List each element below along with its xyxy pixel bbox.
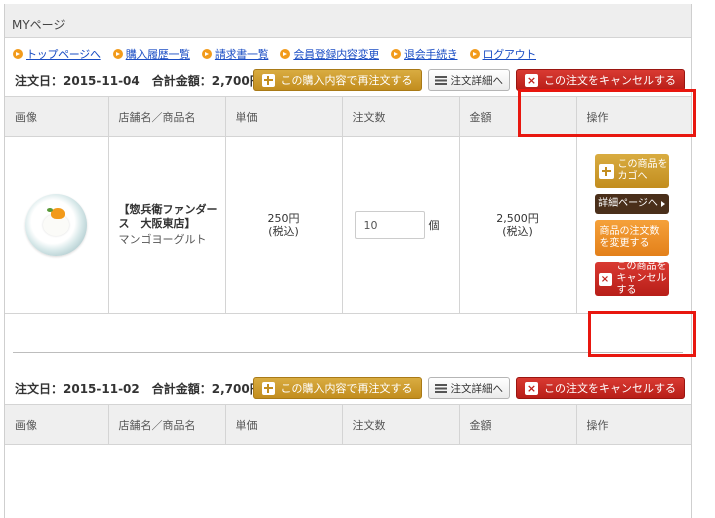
table-header-row: 画像 店舗名／商品名 単価 注文数 金額 操作 [5, 404, 691, 445]
plus-icon [261, 381, 275, 395]
shop-name: 【惣兵衛ファンダース 大阪東店】 [118, 203, 218, 230]
header-quantity: 注文数 [341, 404, 459, 445]
header-image: 画像 [5, 96, 108, 137]
mypage-panel: MYページ トップページへ 購入履歴一覧 請求書一覧 会員登録内容変更 退会手続… [4, 4, 692, 518]
cancel-order-highlight [518, 89, 696, 137]
order-summary: 注文日：2015-11-04 合計金額：2,700円 [15, 73, 262, 88]
close-icon: × [525, 381, 538, 395]
plus-icon [598, 163, 614, 179]
header-unit-price: 単価 [224, 404, 342, 445]
reorder-button[interactable]: この購入内容で再注文する [252, 69, 422, 91]
arrow-bullet-icon [280, 49, 291, 59]
nav-top-page-link[interactable]: トップページへ [13, 44, 101, 64]
header-image: 画像 [5, 404, 108, 445]
arrow-bullet-icon [201, 49, 212, 59]
header-unit-price: 単価 [224, 96, 342, 137]
quantity-input[interactable] [354, 211, 425, 239]
page-title: MYページ [5, 4, 691, 38]
header-shop-product: 店舗名／商品名 [107, 96, 225, 137]
header-amount: 金額 [458, 404, 576, 445]
nav-invoice-list-link[interactable]: 請求書一覧 [201, 44, 269, 64]
product-name: マンゴヨーグルト [118, 233, 207, 246]
order-detail-button[interactable]: 注文詳細へ [427, 377, 510, 399]
change-quantity-button[interactable]: 商品の注文数 を変更する [594, 220, 669, 256]
cancel-item-highlight [588, 311, 696, 357]
nav-withdraw-link[interactable]: 退会手続き [391, 44, 458, 64]
order-items-table: 画像 店舗名／商品名 単価 注文数 金額 操作 [5, 404, 691, 445]
order-detail-button[interactable]: 注文詳細へ [427, 69, 510, 91]
close-icon: × [525, 73, 538, 87]
order-header: 注文日：2015-11-02 合計金額：2,700円 この購入内容で再注文する … [5, 372, 691, 404]
plus-icon [261, 73, 275, 87]
quantity-unit: 個 [428, 219, 440, 232]
table-row: 【惣兵衛ファンダース 大阪東店】 マンゴヨーグルト 250円 (税込) 個 2,… [5, 136, 691, 314]
nav-member-info-link[interactable]: 会員登録内容変更 [280, 44, 379, 64]
list-icon [434, 383, 447, 393]
product-image[interactable] [25, 194, 88, 256]
arrow-bullet-icon [13, 49, 23, 59]
cancel-item-button[interactable]: × この商品を キャンセルする [594, 261, 669, 296]
cancel-order-button[interactable]: × この注文をキャンセルする [516, 69, 685, 91]
item-amount: 2,500円 [496, 212, 539, 225]
unit-price: 250円 [267, 212, 300, 225]
close-icon: × [598, 272, 612, 286]
add-to-cart-button[interactable]: この商品を カゴへ [594, 154, 669, 188]
header-operations: 操作 [575, 404, 691, 445]
nav-purchase-history-link[interactable]: 購入履歴一覧 [112, 44, 190, 64]
arrow-bullet-icon [391, 49, 401, 59]
reorder-button[interactable]: この購入内容で再注文する [252, 377, 422, 399]
cancel-order-button[interactable]: × この注文をキャンセルする [516, 377, 685, 399]
header-quantity: 注文数 [341, 96, 459, 137]
mypage-nav: トップページへ 購入履歴一覧 請求書一覧 会員登録内容変更 退会手続き ログアウ… [5, 38, 691, 64]
arrow-bullet-icon [469, 49, 480, 59]
unit-price-tax-note: (税込) [268, 225, 299, 238]
list-icon [434, 75, 447, 85]
arrow-bullet-icon [112, 49, 123, 59]
arrow-right-icon [660, 201, 665, 207]
item-amount-tax-note: (税込) [502, 225, 533, 238]
order-summary: 注文日：2015-11-02 合計金額：2,700円 [15, 381, 262, 396]
nav-logout-link[interactable]: ログアウト [469, 44, 536, 64]
header-shop-product: 店舗名／商品名 [107, 404, 225, 445]
product-detail-button[interactable]: 詳細ページへ [594, 194, 669, 214]
